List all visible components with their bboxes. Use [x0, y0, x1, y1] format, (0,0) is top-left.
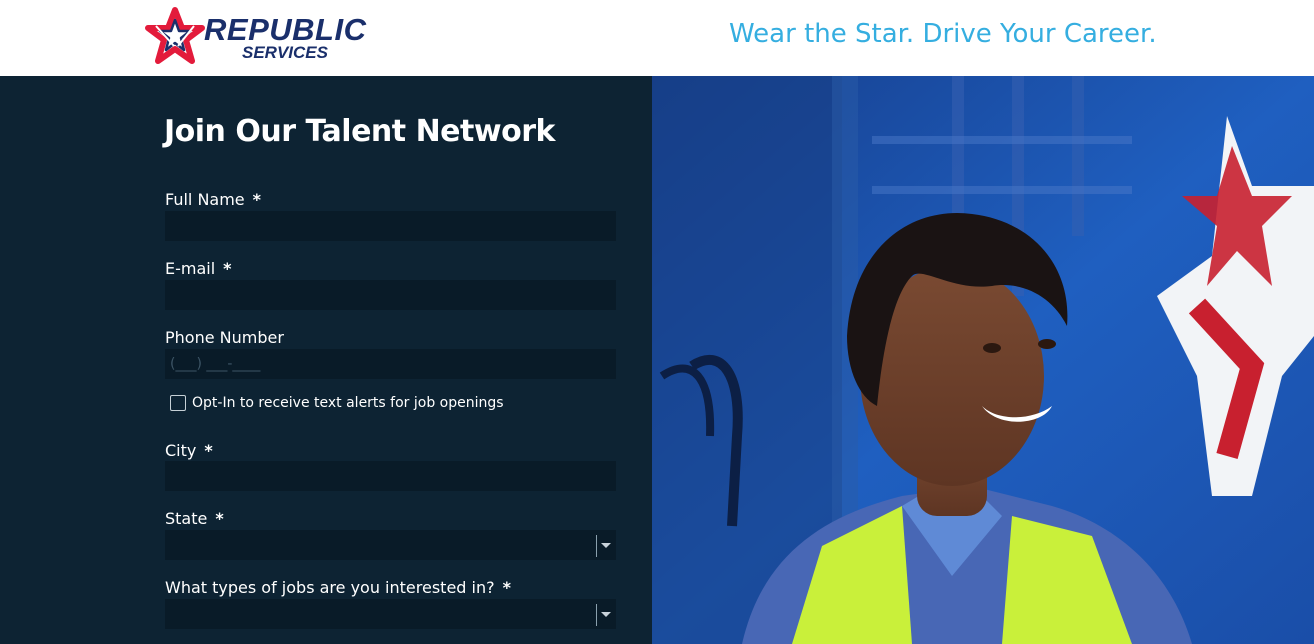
- full-name-input[interactable]: [165, 211, 616, 241]
- city-input[interactable]: [165, 461, 616, 491]
- select-divider: [596, 535, 597, 557]
- sms-opt-in-label: Opt-In to receive text alerts for job op…: [192, 395, 504, 411]
- email-label: E-mail *: [165, 259, 232, 278]
- required-marker: *: [215, 509, 224, 528]
- star-logo-icon: [145, 7, 205, 64]
- email-input[interactable]: [165, 280, 616, 310]
- required-marker: *: [502, 578, 511, 597]
- hero-photo: [652, 76, 1314, 644]
- state-label: State *: [165, 509, 224, 528]
- required-marker: *: [223, 259, 232, 278]
- chevron-down-icon[interactable]: [601, 612, 611, 617]
- logo-wordmark-top: REPUBLIC: [204, 12, 367, 47]
- job-types-select[interactable]: [165, 599, 616, 629]
- header-tagline: Wear the Star. Drive Your Career.: [729, 19, 1157, 49]
- required-marker: *: [204, 441, 213, 460]
- phone-input[interactable]: [165, 349, 616, 379]
- select-divider: [596, 604, 597, 626]
- state-select[interactable]: [165, 530, 616, 560]
- sms-opt-in-checkbox[interactable]: [170, 395, 186, 411]
- city-label: City *: [165, 441, 213, 460]
- phone-label: Phone Number: [165, 328, 284, 347]
- required-marker: *: [252, 190, 262, 209]
- talent-network-form: Join Our Talent Network Full Name * E-mai…: [0, 76, 652, 644]
- form-title: Join Our Talent Network: [164, 114, 555, 149]
- full-name-label: Full Name *: [165, 190, 262, 209]
- site-header: REPUBLIC SERVICES Wear the Star. Drive Y…: [0, 0, 1314, 76]
- chevron-down-icon[interactable]: [601, 543, 611, 548]
- republic-services-logo[interactable]: REPUBLIC SERVICES: [144, 6, 384, 66]
- job-types-label: What types of jobs are you interested in…: [165, 578, 511, 597]
- hero-illustration: [652, 76, 1314, 644]
- logo-wordmark-bottom: SERVICES: [242, 43, 328, 62]
